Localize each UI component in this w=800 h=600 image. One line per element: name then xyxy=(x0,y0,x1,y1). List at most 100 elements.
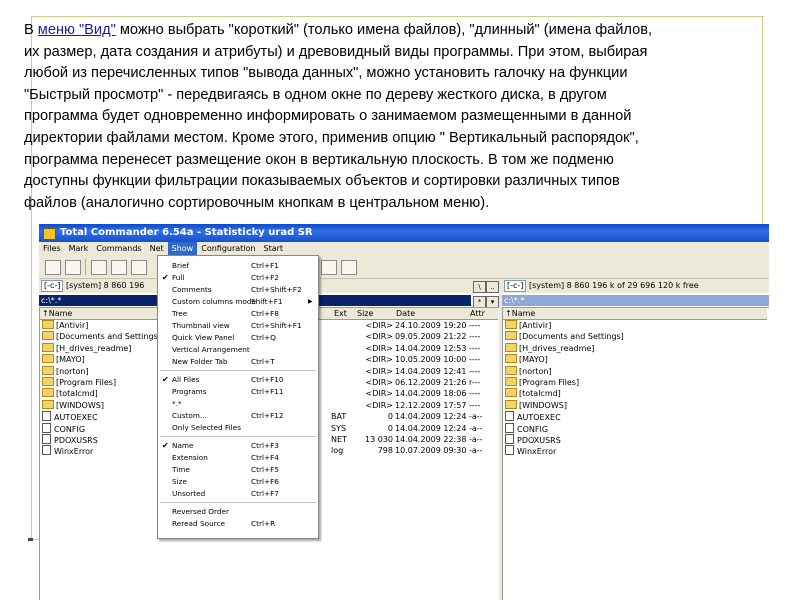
tree-icon[interactable] xyxy=(111,260,127,275)
menu-item-custom[interactable]: Custom... Ctrl+F12 xyxy=(158,410,318,422)
menu-item-label: Unsorted xyxy=(172,489,206,498)
file-name: [H_drives_readme] xyxy=(519,343,595,353)
paragraph-line-8: доступны функции фильтрации показываемых… xyxy=(24,173,620,190)
menu-item-only-selected-files[interactable]: Only Selected Files xyxy=(158,422,318,434)
table-row[interactable]: [Program Files] xyxy=(505,377,765,388)
brief-view-icon[interactable] xyxy=(65,260,81,275)
panel-splitter[interactable] xyxy=(499,279,502,600)
menu-item-reread-source[interactable]: Reread Source Ctrl+R xyxy=(158,518,318,530)
file-size: <DIR> xyxy=(365,378,393,387)
refresh-icon[interactable] xyxy=(45,260,61,275)
menu-item-reversed-order[interactable]: Reversed Order xyxy=(158,506,318,518)
header-ext[interactable]: Ext xyxy=(334,308,347,319)
table-row[interactable]: [H_drives_readme] xyxy=(505,342,765,354)
menu-item-extension[interactable]: Extension Ctrl+F4 xyxy=(158,452,318,464)
menu-item-label: Reversed Order xyxy=(172,507,230,516)
menu-item-time[interactable]: Time Ctrl+F5 xyxy=(158,464,318,476)
menu-item-label: Custom columns mode xyxy=(172,297,256,306)
folder-icon xyxy=(505,320,517,329)
right-drive-select[interactable]: [-c-] xyxy=(504,280,527,292)
menu-item-name[interactable]: ✔ Name Ctrl+F3 xyxy=(158,440,318,452)
file-icon xyxy=(505,445,514,456)
menu-item-new-folder-tab[interactable]: New Folder Tab Ctrl+T xyxy=(158,356,318,368)
menu-configuration[interactable]: Configuration xyxy=(197,242,259,256)
menu-net[interactable]: Net xyxy=(146,242,168,256)
header-name[interactable]: ↑Name xyxy=(505,308,535,319)
root-dir-button[interactable]: \ xyxy=(473,281,486,293)
menu-item-custom-columns-mode[interactable]: Custom columns mode Shift+F1 ▶ xyxy=(158,296,318,308)
header-size[interactable]: Size xyxy=(357,308,373,319)
menu-item-[interactable]: *.* xyxy=(158,398,318,410)
invert-selection-icon[interactable] xyxy=(131,260,147,275)
header-date[interactable]: Date xyxy=(396,308,415,319)
table-row[interactable]: [MAYO] xyxy=(505,354,765,365)
table-row[interactable]: [norton] xyxy=(505,365,765,377)
table-row[interactable]: AUTOEXEC xyxy=(505,411,765,422)
folder-icon xyxy=(42,388,54,398)
parent-dir-button[interactable]: .. xyxy=(486,281,499,293)
menu-item-brief[interactable]: Brief Ctrl+F1 xyxy=(158,260,318,272)
menu-item-label: Time xyxy=(172,465,190,474)
file-name: [H_drives_readme] xyxy=(56,343,132,353)
table-row[interactable]: [WINDOWS] xyxy=(505,399,765,411)
menu-item-all-files[interactable]: ✔ All Files Ctrl+F10 xyxy=(158,374,318,386)
menu-item-programs[interactable]: Programs Ctrl+F11 xyxy=(158,386,318,398)
file-date: 14.04.2009 12:24 xyxy=(395,412,467,422)
table-row[interactable]: PDOXUSRS xyxy=(505,434,765,445)
file-name: WinxError xyxy=(517,447,557,457)
menu-item-shortcut: Ctrl+F10 xyxy=(251,375,284,384)
menu-files[interactable]: Files xyxy=(39,242,65,256)
checkmark-icon: ✔ xyxy=(162,375,169,384)
table-row[interactable]: WinxError xyxy=(505,445,765,456)
menu-item-tree[interactable]: Tree Ctrl+F8 xyxy=(158,308,318,320)
file-name: WinxError xyxy=(54,447,94,457)
left-drive-select[interactable]: [-c-] xyxy=(41,280,64,292)
toolbar xyxy=(39,256,769,279)
menu-item-comments[interactable]: Comments Ctrl+Shift+F2 xyxy=(158,284,318,296)
header-name[interactable]: ↑Name xyxy=(42,308,72,319)
file-attr: -a-- xyxy=(469,446,483,456)
file-icon xyxy=(505,422,514,433)
menu-item-thumbnail-view[interactable]: Thumbnail view Ctrl+Shift+F1 xyxy=(158,320,318,332)
menu-show[interactable]: Show xyxy=(167,242,198,256)
folder-icon xyxy=(505,331,517,341)
menu-bar: Files Mark Commands Net Show Configuration Sta… xyxy=(39,242,769,256)
table-row[interactable]: [Antivir] xyxy=(505,320,765,331)
menu-item-vertical-arrangement[interactable]: Vertical Arrangement xyxy=(158,344,318,356)
file-ext: BAT xyxy=(331,412,347,422)
full-view-icon[interactable] xyxy=(91,260,107,275)
right-path: c:\*.* xyxy=(502,295,769,306)
menu-item-shortcut: Ctrl+F1 xyxy=(251,261,279,270)
menu-item-label: Quick View Panel xyxy=(172,333,235,342)
paragraph-line-9: файлов (аналогично сортировочным кнопкам… xyxy=(24,194,490,211)
menu-item-quick-view-panel[interactable]: Quick View Panel Ctrl+Q xyxy=(158,332,318,344)
file-date: 14.04.2009 18:06 xyxy=(395,389,467,399)
menu-item-unsorted[interactable]: Unsorted Ctrl+F7 xyxy=(158,488,318,500)
menu-item-size[interactable]: Size Ctrl+F6 xyxy=(158,476,318,488)
file-size: <DIR> xyxy=(365,321,393,330)
menu-start[interactable]: Start xyxy=(260,242,288,256)
menu-item-label: All Files xyxy=(172,375,200,384)
menu-item-shortcut: Ctrl+R xyxy=(251,519,276,528)
table-row[interactable]: CONFIG xyxy=(505,422,765,434)
file-size: <DIR> xyxy=(365,343,393,353)
menu-mark[interactable]: Mark xyxy=(65,242,93,256)
window-titlebar: Total Commander 6.54a - Statisticky urad… xyxy=(39,224,769,242)
menu-item-full[interactable]: ✔ Full Ctrl+F2 xyxy=(158,272,318,284)
menu-item-label: New Folder Tab xyxy=(172,357,228,366)
notepad-icon[interactable] xyxy=(321,260,337,275)
table-row[interactable]: [totalcmd] xyxy=(505,388,765,399)
menu-commands[interactable]: Commands xyxy=(92,242,145,256)
file-date: 06.12.2009 21:26 xyxy=(395,378,467,387)
menu-item-shortcut: Ctrl+F4 xyxy=(251,453,279,462)
file-name: [Antivir] xyxy=(519,321,552,330)
header-attr[interactable]: Attr xyxy=(470,308,485,319)
file-name: AUTOEXEC xyxy=(517,413,561,423)
pack-icon[interactable] xyxy=(341,260,357,275)
view-menu-link[interactable]: меню "Вид" xyxy=(38,22,116,38)
toolbar-separator xyxy=(85,259,86,275)
menu-item-shortcut: Ctrl+F2 xyxy=(251,273,279,282)
file-attr: -a-- xyxy=(469,412,483,422)
table-row[interactable]: [Documents and Settings] xyxy=(505,331,765,342)
file-ext: log xyxy=(331,446,344,456)
